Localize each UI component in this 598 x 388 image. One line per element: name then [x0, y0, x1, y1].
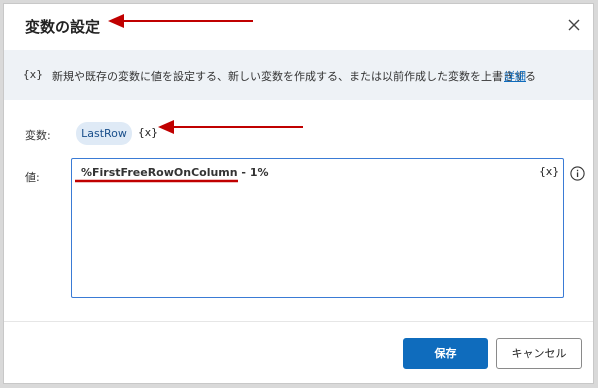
info-circle-icon[interactable]	[570, 166, 585, 181]
value-input[interactable]: %FirstFreeRowOnColumn - 1% {x}	[71, 158, 564, 298]
save-button[interactable]: 保存	[403, 338, 488, 369]
dialog-header: 変数の設定	[4, 4, 593, 50]
cancel-button[interactable]: キャンセル	[496, 338, 582, 369]
details-link[interactable]: 詳細	[504, 68, 526, 84]
info-bar: {x} 新規や既存の変数に値を設定する、新しい変数を作成する、または以前作成した…	[4, 50, 593, 100]
variable-label: 変数:	[25, 129, 51, 142]
footer-divider	[4, 321, 593, 322]
value-label: 値:	[25, 171, 40, 184]
variable-icon: {x}	[23, 68, 43, 81]
info-text: 新規や既存の変数に値を設定する、新しい変数を作成する、または以前作成した変数を上…	[52, 70, 536, 83]
value-variable-picker-icon[interactable]: {x}	[539, 165, 559, 178]
set-variable-dialog: 変数の設定 {x} 新規や既存の変数に値を設定する、新しい変数を作成する、または…	[3, 3, 594, 384]
variable-picker-icon[interactable]: {x}	[138, 126, 158, 139]
variable-name-chip[interactable]: LastRow	[76, 122, 132, 145]
close-icon[interactable]	[567, 18, 581, 32]
value-text: %FirstFreeRowOnColumn - 1%	[81, 166, 269, 179]
dialog-title: 変数の設定	[25, 18, 101, 36]
